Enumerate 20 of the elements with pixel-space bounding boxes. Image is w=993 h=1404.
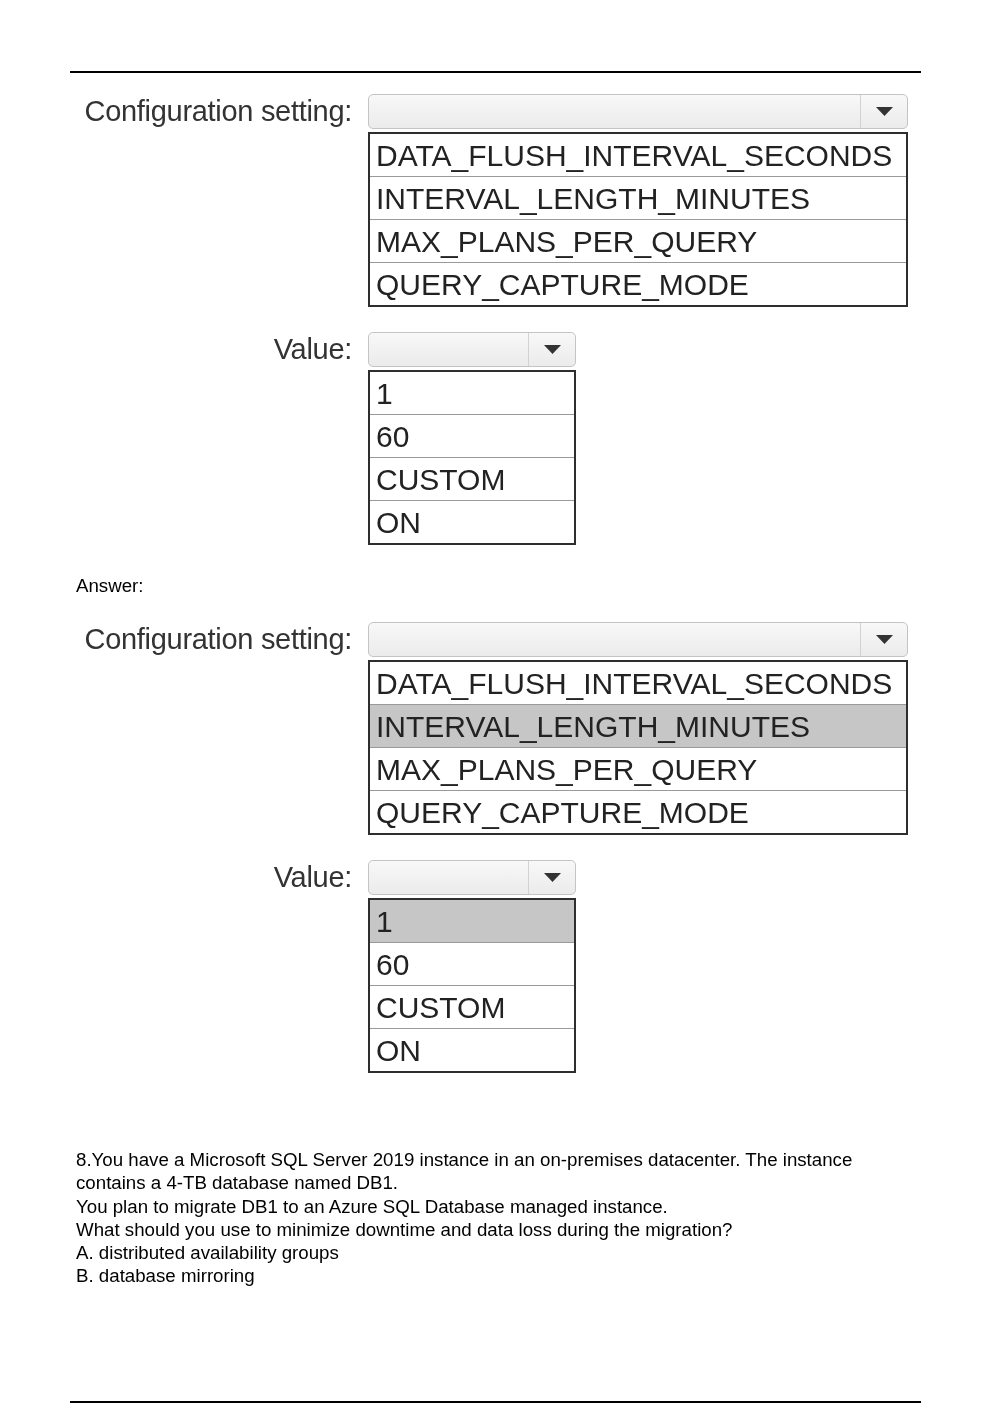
dropdown-option[interactable]: 1 <box>370 900 574 942</box>
answer-choice: A. distributed availability groups <box>76 1241 339 1265</box>
question-text: 8.You have a Microsoft SQL Server 2019 instance in an on-premises datacenter. The instance contains a 4-TB database named DB1. <box>76 1148 854 1195</box>
answer-heading: Answer: <box>76 576 144 596</box>
field-label: Configuration setting: <box>84 622 352 657</box>
dropdown-option[interactable]: INTERVAL_LENGTH_MINUTES <box>370 704 907 747</box>
dropdown-field[interactable] <box>368 622 909 657</box>
caret-icon <box>875 635 893 644</box>
caret-icon <box>543 873 561 882</box>
field-label: Value: <box>273 332 352 367</box>
field-label: Configuration setting: <box>84 94 352 129</box>
dropdown-field[interactable] <box>368 332 576 367</box>
question-text: You plan to migrate DB1 to an Azure SQL Database managed instance. <box>76 1194 668 1218</box>
dropdown-field[interactable] <box>368 860 576 895</box>
question-text: What should you use to minimize downtime and data loss during the migration? <box>76 1217 733 1242</box>
dropdown-field[interactable] <box>368 94 909 129</box>
answer-choice: B. database mirroring <box>76 1264 255 1288</box>
caret-icon <box>543 345 561 354</box>
caret-icon <box>875 107 893 116</box>
field-label: Value: <box>273 860 352 895</box>
